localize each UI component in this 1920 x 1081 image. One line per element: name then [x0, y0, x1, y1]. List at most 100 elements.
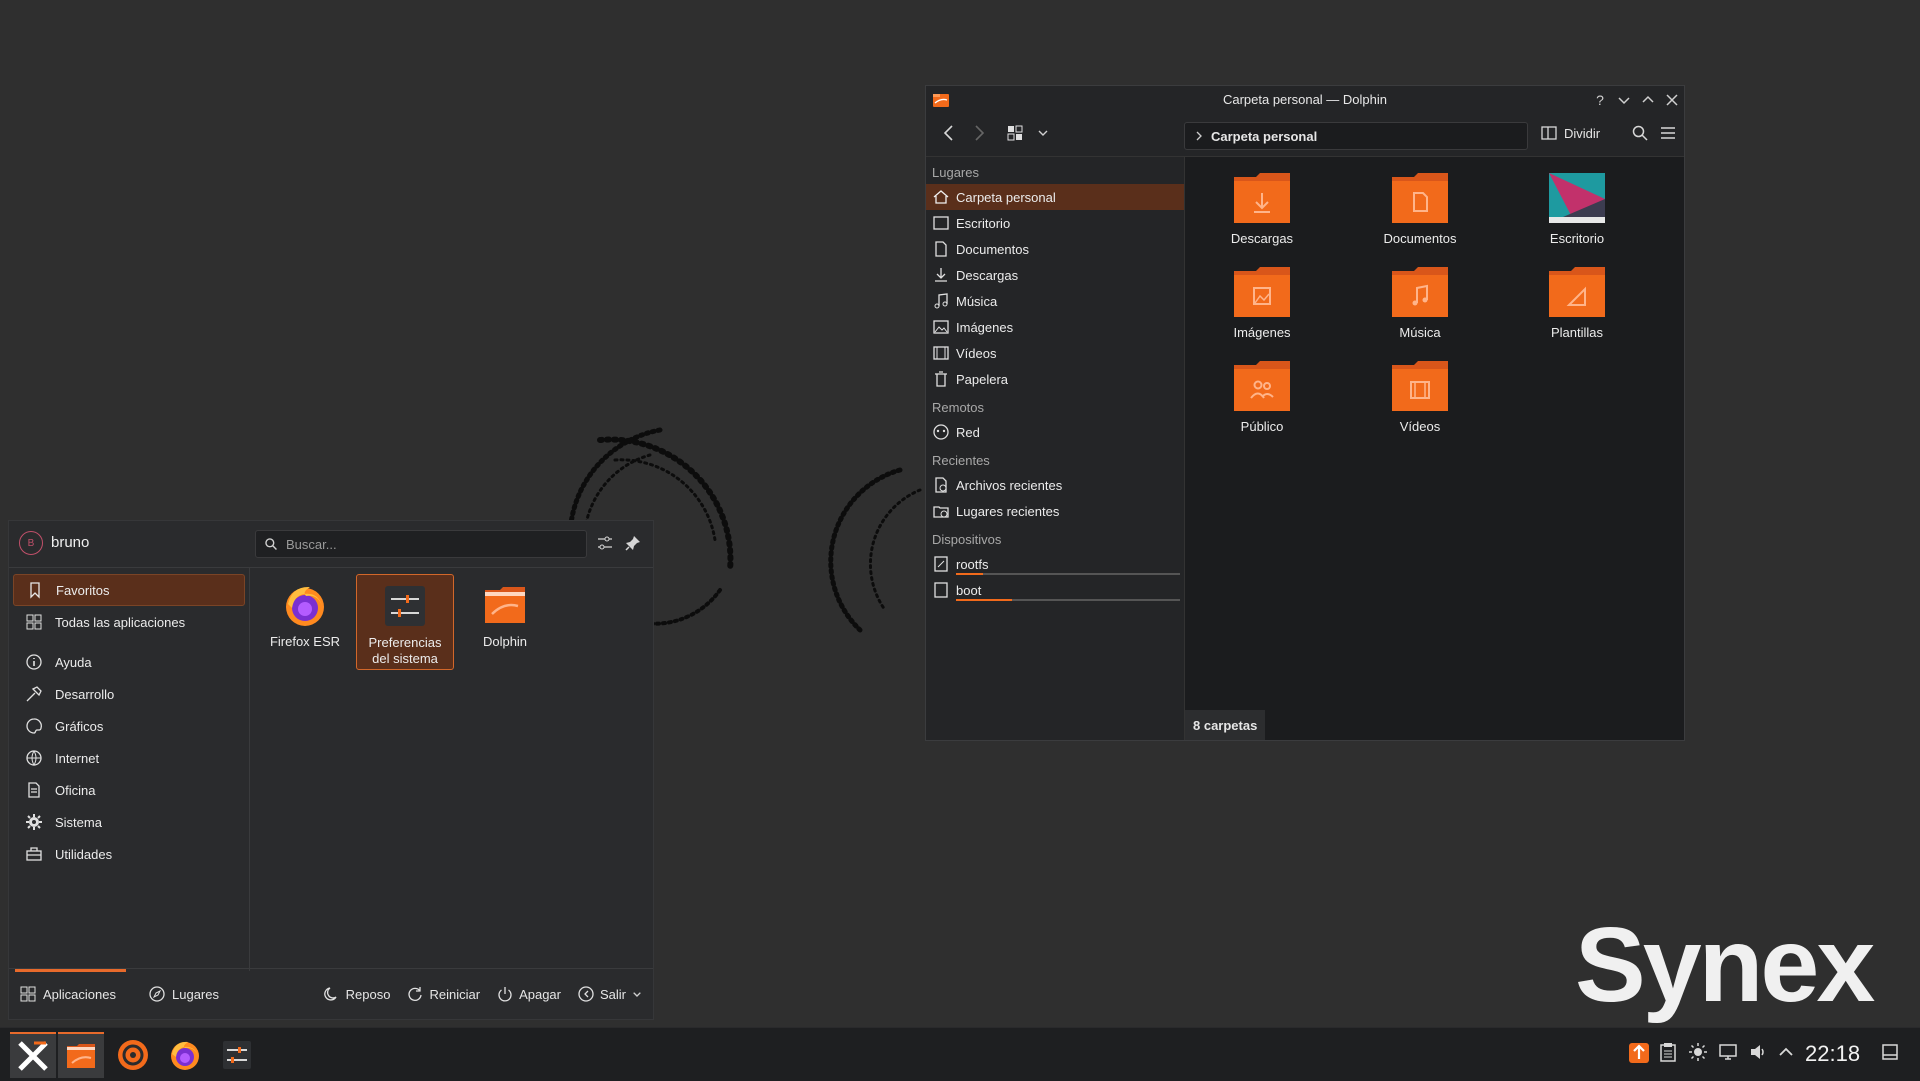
category-desarrollo[interactable]: Desarrollo [13, 678, 245, 710]
folder-escritorio[interactable]: Escritorio [1512, 169, 1642, 246]
category-ayuda[interactable]: Ayuda [13, 646, 245, 678]
tray-clipboard[interactable] [1658, 1042, 1678, 1065]
shutdown-button[interactable]: Apagar [488, 985, 569, 1003]
show-desktop-button[interactable] [1880, 1042, 1900, 1065]
breadcrumb-item[interactable]: Carpeta personal [1211, 129, 1317, 144]
places-item-documentos[interactable]: Documentos [926, 236, 1184, 262]
app-dolphin[interactable]: Dolphin [456, 574, 554, 670]
folder-documentos[interactable]: Documentos [1355, 169, 1485, 246]
recent-files-icon [932, 476, 950, 494]
logout-button[interactable]: Salir [569, 985, 653, 1003]
video-icon [932, 344, 950, 362]
device-usage-fill [956, 599, 1012, 601]
folder-view[interactable]: Descargas Documentos Escritorio Imágenes… [1185, 157, 1684, 740]
folder-videos[interactable]: Vídeos [1355, 357, 1485, 434]
tab-lugares[interactable]: Lugares [138, 969, 229, 1019]
search-button[interactable] [1631, 124, 1649, 142]
pin-button[interactable] [624, 534, 642, 555]
minimize-button[interactable] [1616, 92, 1632, 108]
app-firefox-esr[interactable]: Firefox ESR [256, 574, 354, 670]
places-item-archivos-recientes[interactable]: Archivos recientes [926, 472, 1184, 498]
places-item-musica[interactable]: Música [926, 288, 1184, 314]
maximize-button[interactable] [1640, 92, 1656, 108]
places-item-label: Vídeos [956, 345, 997, 361]
drive-icon [932, 581, 950, 599]
search-box[interactable] [255, 530, 587, 558]
sleep-button[interactable]: Reposo [315, 985, 399, 1003]
category-favoritos[interactable]: Favoritos [13, 574, 245, 606]
device-usage-bar [956, 573, 1180, 575]
places-item-boot[interactable]: boot [926, 577, 1184, 603]
places-item-papelera[interactable]: Papelera [926, 366, 1184, 392]
taskbar-software-center[interactable] [110, 1032, 156, 1078]
category-internet[interactable]: Internet [13, 742, 245, 774]
download-folder-icon [1234, 173, 1290, 223]
taskbar-dolphin[interactable] [58, 1032, 104, 1078]
category-utilidades[interactable]: Utilidades [13, 838, 245, 870]
app-label: Preferencias del sistema [368, 635, 442, 666]
power-icon [496, 985, 514, 1003]
dolphin-icon [67, 1044, 95, 1068]
places-item-escritorio[interactable]: Escritorio [926, 210, 1184, 236]
places-item-rootfs[interactable]: rootfs [926, 551, 1184, 577]
breadcrumb[interactable]: Carpeta personal [1184, 122, 1528, 150]
back-button[interactable] [940, 124, 958, 142]
places-section-title: Recientes [932, 453, 990, 468]
avatar[interactable]: B [19, 531, 43, 555]
help-button[interactable]: ? [1592, 92, 1608, 108]
folder-descargas[interactable]: Descargas [1197, 169, 1327, 246]
category-sistema[interactable]: Sistema [13, 806, 245, 838]
category-label: Desarrollo [55, 686, 115, 702]
app-preferencias-del-sistema[interactable]: Preferencias del sistema [356, 574, 454, 670]
category-graficos[interactable]: Gráficos [13, 710, 245, 742]
menu-footer: Aplicaciones Lugares Reposo Reiniciar Ap… [9, 968, 653, 1019]
view-mode-button[interactable] [1006, 124, 1024, 142]
tab-aplicaciones[interactable]: Aplicaciones [9, 969, 126, 1019]
places-item-carpeta-personal[interactable]: Carpeta personal [926, 184, 1184, 210]
menu-button[interactable] [1659, 124, 1677, 142]
split-button[interactable]: Dividir [1540, 124, 1600, 142]
clipboard-icon [1658, 1042, 1678, 1062]
search-input[interactable] [284, 535, 568, 553]
view-mode-dropdown[interactable] [1034, 124, 1052, 142]
category-label: Ayuda [55, 654, 92, 670]
places-item-lugares-recientes[interactable]: Lugares recientes [926, 498, 1184, 524]
category-label: Gráficos [55, 718, 104, 734]
tray-update-notifier[interactable] [1628, 1042, 1650, 1067]
places-item-imagenes[interactable]: Imágenes [926, 314, 1184, 340]
places-item-descargas[interactable]: Descargas [926, 262, 1184, 288]
logout-icon [577, 985, 595, 1003]
category-todas[interactable]: Todas las aplicaciones [13, 606, 245, 638]
dolphin-window[interactable]: Carpeta personal — Dolphin ? Carpeta per… [925, 85, 1685, 741]
folder-publico[interactable]: Público [1197, 357, 1327, 434]
restart-icon [406, 985, 424, 1003]
places-item-red[interactable]: Red [926, 419, 1184, 445]
folder-imagenes[interactable]: Imágenes [1197, 263, 1327, 340]
tab-label: Aplicaciones [43, 986, 116, 1002]
configure-button[interactable] [596, 534, 614, 555]
places-item-videos[interactable]: Vídeos [926, 340, 1184, 366]
wallpaper-logo-text: Synex [1575, 906, 1875, 1024]
taskbar-synex-launcher[interactable] [10, 1032, 56, 1078]
category-label: Todas las aplicaciones [55, 614, 186, 630]
forward-button[interactable] [970, 124, 988, 142]
info-icon [25, 653, 43, 671]
restart-button[interactable]: Reiniciar [398, 985, 488, 1003]
places-item-label: Archivos recientes [956, 477, 1063, 493]
taskbar-system-settings[interactable] [214, 1032, 260, 1078]
folder-label: Público [1240, 419, 1284, 434]
clock[interactable]: 22:18 [1805, 1041, 1860, 1067]
close-button[interactable] [1664, 92, 1680, 108]
titlebar[interactable]: Carpeta personal — Dolphin ? [926, 86, 1684, 114]
folder-plantillas[interactable]: Plantillas [1512, 263, 1642, 340]
tray-expand[interactable] [1776, 1042, 1796, 1065]
action-label: Reiniciar [429, 986, 481, 1002]
tray-display[interactable] [1718, 1042, 1738, 1065]
tray-volume[interactable] [1748, 1042, 1768, 1065]
tray-brightness[interactable] [1688, 1042, 1708, 1065]
taskbar-firefox[interactable] [162, 1032, 208, 1078]
show-desktop-icon [1880, 1042, 1900, 1062]
category-oficina[interactable]: Oficina [13, 774, 245, 806]
places-item-label: Red [956, 424, 980, 440]
folder-musica[interactable]: Música [1355, 263, 1485, 340]
